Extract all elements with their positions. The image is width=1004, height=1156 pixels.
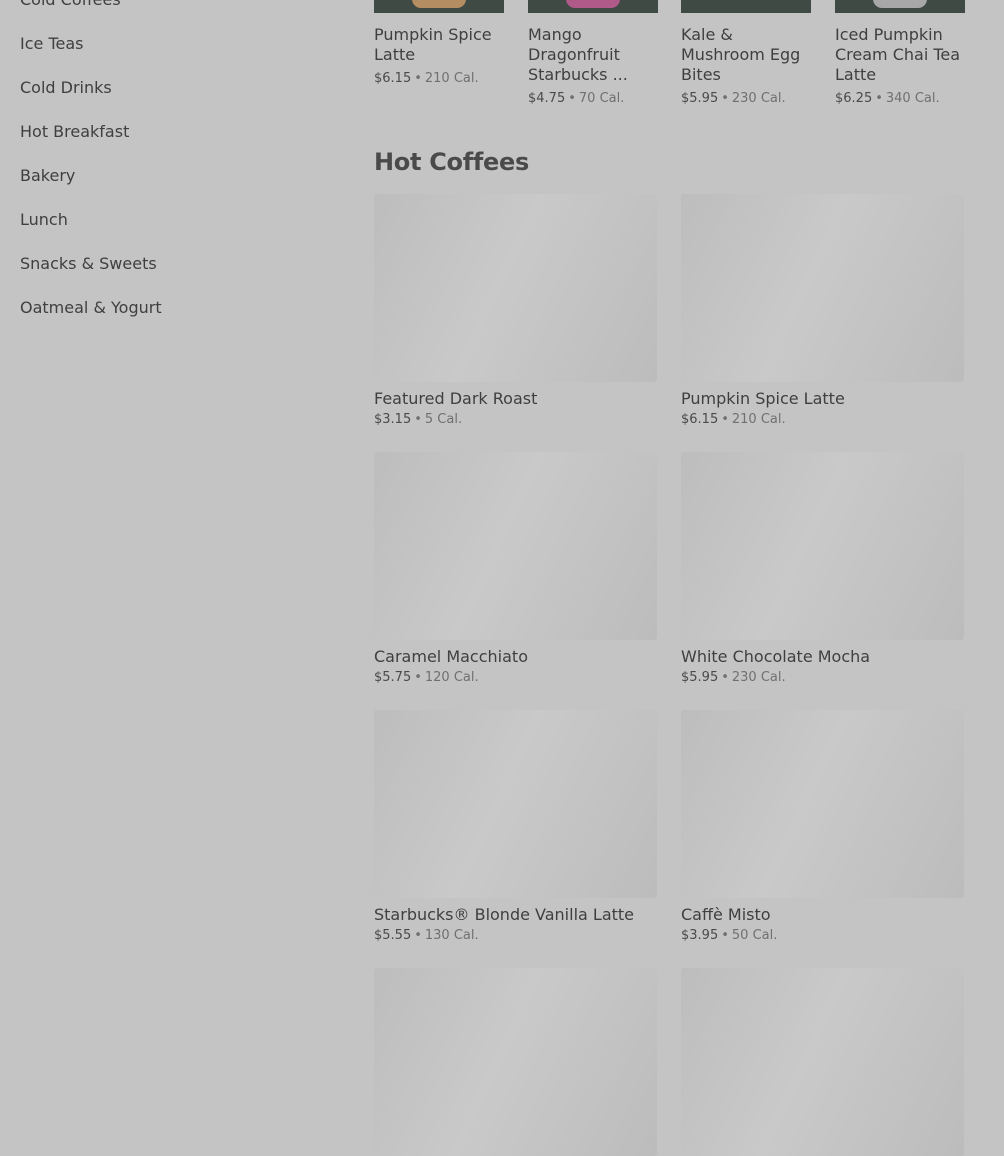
sidebar-item-oatmeal-yogurt[interactable]: Oatmeal & Yogurt xyxy=(20,286,340,330)
product-price: $5.95 xyxy=(681,91,719,106)
product-name: Caffè Misto xyxy=(681,905,771,924)
product-image xyxy=(681,968,964,1156)
separator-dot: • xyxy=(721,412,729,427)
product-image xyxy=(412,0,466,8)
product-image xyxy=(681,194,964,382)
separator-dot: • xyxy=(414,412,422,427)
product-calories: 50 Cal. xyxy=(731,928,778,943)
product-card[interactable]: Pumpkin Spice Latte $6.15 • 210 Cal. xyxy=(681,194,964,428)
product-calories: 130 Cal. xyxy=(424,928,479,943)
product-meta: $6.15 • 210 Cal. xyxy=(681,412,964,428)
category-sidebar: Cold Coffees Ice Teas Cold Drinks Hot Br… xyxy=(20,0,340,330)
product-card[interactable]: Featured Dark Roast $3.15 • 5 Cal. xyxy=(374,194,657,428)
product-name: Mango Dragonfruit Starbucks ... xyxy=(528,25,628,84)
product-name: Starbucks® Blonde Vanilla Latte xyxy=(374,905,635,924)
product-thumbnail xyxy=(528,0,658,13)
product-name: Pumpkin Spice Latte xyxy=(374,25,492,64)
separator-dot: • xyxy=(414,670,422,685)
product-card[interactable] xyxy=(681,968,964,1156)
product-meta: $5.95 • 230 Cal. xyxy=(681,670,964,686)
product-calories: 230 Cal. xyxy=(731,91,786,106)
product-card[interactable]: Caffè Misto $3.95 • 50 Cal. xyxy=(681,710,964,944)
separator-dot: • xyxy=(414,71,422,86)
product-calories: 70 Cal. xyxy=(578,91,625,106)
product-meta: $4.75 • 70 Cal. xyxy=(528,91,658,107)
product-image xyxy=(374,968,657,1156)
product-meta: $6.25 • 340 Cal. xyxy=(835,91,965,107)
product-name: Iced Pumpkin Cream Chai Tea Latte xyxy=(835,25,961,84)
sidebar-item-bakery[interactable]: Bakery xyxy=(20,154,340,198)
product-price: $6.25 xyxy=(835,91,873,106)
separator-dot: • xyxy=(568,91,576,106)
product-meta: $6.15 • 210 Cal. xyxy=(374,71,504,87)
product-card[interactable]: Caramel Macchiato $5.75 • 120 Cal. xyxy=(374,452,657,686)
product-card[interactable]: White Chocolate Mocha $5.95 • 230 Cal. xyxy=(681,452,964,686)
product-name: Caramel Macchiato xyxy=(374,647,528,666)
sidebar-item-cold-drinks[interactable]: Cold Drinks xyxy=(20,66,340,110)
product-price: $4.75 xyxy=(528,91,566,106)
separator-dot: • xyxy=(875,91,883,106)
section-title: Hot Coffees xyxy=(374,148,529,176)
product-calories: 210 Cal. xyxy=(424,71,479,86)
product-meta: $5.95 • 230 Cal. xyxy=(681,91,811,107)
product-calories: 340 Cal. xyxy=(885,91,940,106)
separator-dot: • xyxy=(721,91,729,106)
featured-card[interactable]: Pumpkin Spice Latte $6.15 • 210 Cal. xyxy=(374,0,504,87)
product-price: $5.55 xyxy=(374,928,412,943)
product-meta: $5.55 • 130 Cal. xyxy=(374,928,657,944)
product-image xyxy=(566,0,620,8)
product-price: $6.15 xyxy=(374,71,412,86)
product-thumbnail xyxy=(681,0,811,13)
product-name: White Chocolate Mocha xyxy=(681,647,871,666)
separator-dot: • xyxy=(721,670,729,685)
product-price: $5.75 xyxy=(374,670,412,685)
product-meta: $3.95 • 50 Cal. xyxy=(681,928,964,944)
featured-card[interactable]: Kale & Mushroom Egg Bites $5.95 • 230 Cal. xyxy=(681,0,811,107)
product-calories: 210 Cal. xyxy=(731,412,786,427)
featured-card[interactable]: Iced Pumpkin Cream Chai Tea Latte $6.25 •… xyxy=(835,0,965,107)
product-image xyxy=(374,194,657,382)
sidebar-item-cold-coffees[interactable]: Cold Coffees xyxy=(20,0,340,22)
sidebar-item-snacks-sweets[interactable]: Snacks & Sweets xyxy=(20,242,340,286)
product-price: $3.95 xyxy=(681,928,719,943)
product-card[interactable]: Starbucks® Blonde Vanilla Latte $5.55 • 13… xyxy=(374,710,657,944)
product-price: $3.15 xyxy=(374,412,412,427)
product-calories: 5 Cal. xyxy=(424,412,463,427)
product-name: Pumpkin Spice Latte xyxy=(681,389,845,408)
product-meta: $3.15 • 5 Cal. xyxy=(374,412,657,428)
sidebar-item-hot-breakfast[interactable]: Hot Breakfast xyxy=(20,110,340,154)
product-meta: $5.75 • 120 Cal. xyxy=(374,670,657,686)
product-image xyxy=(374,710,657,898)
product-image xyxy=(681,452,964,640)
sidebar-item-ice-teas[interactable]: Ice Teas xyxy=(20,22,340,66)
separator-dot: • xyxy=(721,928,729,943)
product-name: Featured Dark Roast xyxy=(374,389,538,408)
featured-card[interactable]: Mango Dragonfruit Starbucks ... $4.75 • 70… xyxy=(528,0,658,107)
product-image xyxy=(374,452,657,640)
product-price: $6.15 xyxy=(681,412,719,427)
product-image xyxy=(681,710,964,898)
product-image xyxy=(873,0,927,8)
product-card[interactable] xyxy=(374,968,657,1156)
product-name: Kale & Mushroom Egg Bites xyxy=(681,25,801,84)
product-price: $5.95 xyxy=(681,670,719,685)
product-calories: 120 Cal. xyxy=(424,670,479,685)
sidebar-item-lunch[interactable]: Lunch xyxy=(20,198,340,242)
separator-dot: • xyxy=(414,928,422,943)
product-calories: 230 Cal. xyxy=(731,670,786,685)
product-thumbnail xyxy=(835,0,965,13)
product-thumbnail xyxy=(374,0,504,13)
product-image xyxy=(719,0,773,8)
featured-items-row: Pumpkin Spice Latte $6.15 • 210 Cal. Mango… xyxy=(374,0,974,119)
